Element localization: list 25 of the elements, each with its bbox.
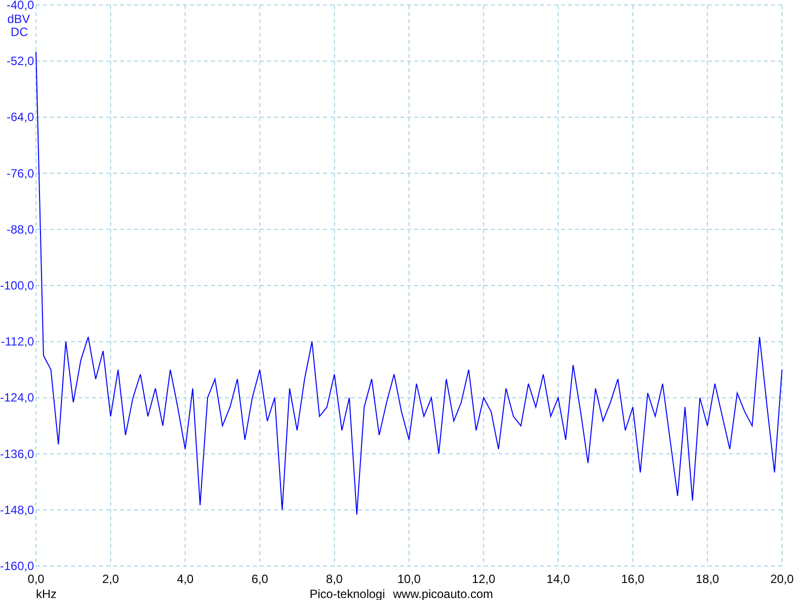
y-tick-label: -124,0 [0,390,34,405]
y-tick-label: -112,0 [0,334,34,349]
y-tick-label: -100,0 [0,278,34,292]
y-tick-label: -64,0 [6,110,34,124]
x-tick-label: 6,0 [251,572,268,586]
coupling-label: DC [10,25,28,39]
x-tick-label: 18,0 [696,572,720,586]
x-tick-label: 16,0 [621,572,644,586]
x-axis-unit: kHz [36,587,57,600]
y-tick-label: -52,0 [6,54,34,68]
y-tick-label: -76,0 [6,166,34,180]
x-tick-label: 4,0 [176,572,194,586]
y-tick-label: -160,0 [0,559,34,573]
x-tick-label: 14,0 [546,572,570,586]
x-tick-label: 8,0 [326,572,343,586]
x-tick-label: 20,0 [770,572,794,586]
x-tick-label: 0,0 [28,572,44,586]
y-tick-label: -40,0 [6,0,34,12]
y-tick-label: -148,0 [0,502,34,517]
x-tick-label: 12,0 [472,572,496,586]
y-tick-label: -88,0 [6,222,34,236]
x-tick-label: 10,0 [397,572,421,586]
y-axis-unit: dBV [7,12,30,26]
x-tick-label: 2,0 [102,572,119,586]
y-tick-label: -136,0 [0,446,34,461]
